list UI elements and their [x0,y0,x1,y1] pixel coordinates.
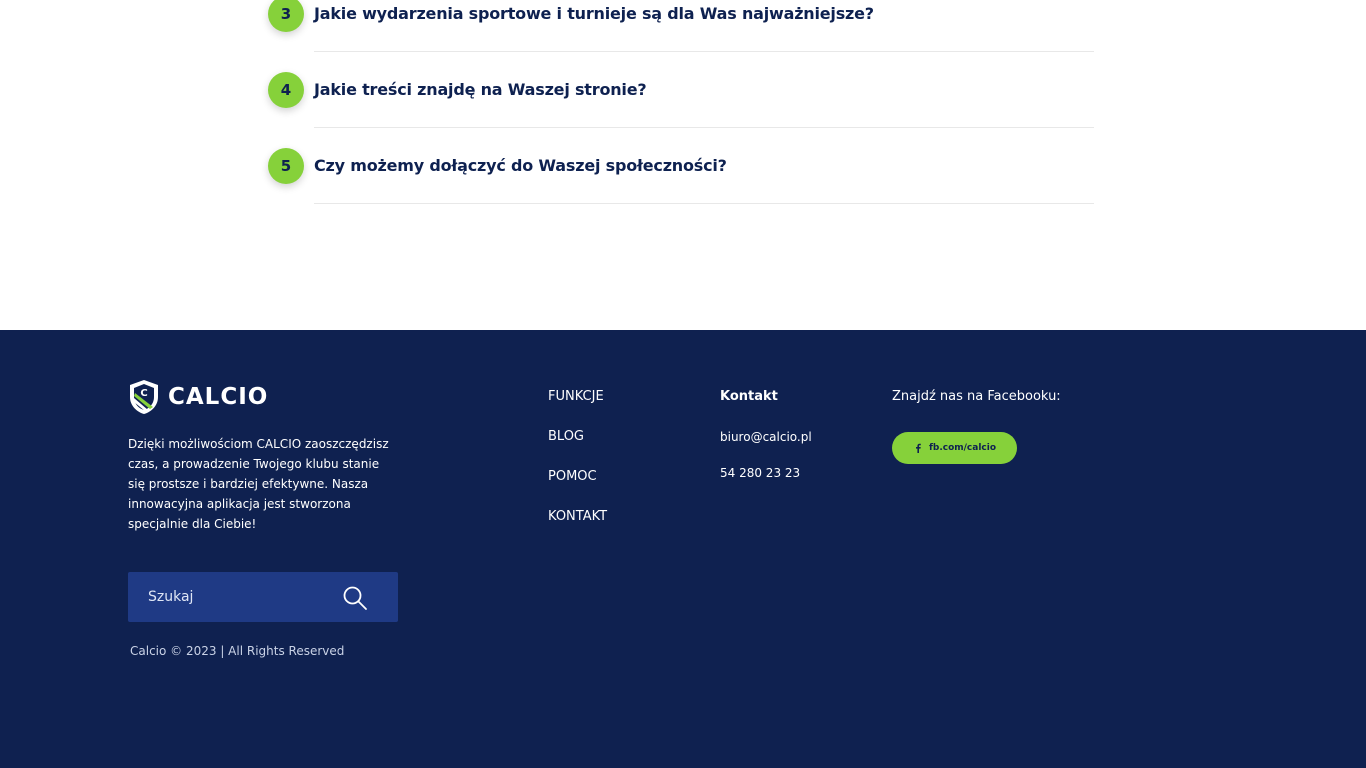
footer-facebook: Znajdź nas na Facebooku: fb.com/calcio [892,387,1061,464]
logo-text: CALCIO [168,384,269,410]
faq-item[interactable]: 3 Jakie wydarzenia sportowe i turnieje s… [268,0,1094,76]
facebook-link-label: fb.com/calcio [928,443,997,453]
calcio-logo[interactable]: C CALCIO [128,378,268,416]
faq-divider [314,127,1094,128]
shield-logo-icon: C [130,380,158,414]
faq-question[interactable]: Jakie treści znajdę na Waszej stronie? [314,80,647,99]
faq-number-badge: 5 [268,148,304,184]
nav-link-pomoc[interactable]: POMOC [548,467,607,507]
faq-question[interactable]: Jakie wydarzenia sportowe i turnieje są … [314,4,874,23]
nav-link-blog[interactable]: BLOG [548,427,607,467]
footer-about-text: Dzięki możliwościom CALCIO zaoszczędzisz… [128,437,389,531]
nav-link-kontakt[interactable]: KONTAKT [548,507,607,547]
contact-phone[interactable]: 54 280 23 23 [720,463,812,499]
footer-nav: FUNKCJE BLOG POMOC KONTAKT [548,387,607,547]
faq-number-badge: 3 [268,0,304,32]
nav-link-funkcje[interactable]: FUNKCJE [548,387,607,427]
search-icon[interactable] [342,585,368,611]
faq-section: 3 Jakie wydarzenia sportowe i turnieje s… [0,0,1366,330]
faq-item[interactable]: 5 Czy możemy dołączyć do Waszej społeczn… [268,148,1094,224]
facebook-link-button[interactable]: fb.com/calcio [892,432,1017,464]
search-input[interactable] [128,572,348,622]
faq-item[interactable]: 4 Jakie treści znajdę na Waszej stronie? [268,72,1094,148]
search-box [128,572,398,622]
facebook-heading: Znajdź nas na Facebooku: [892,389,1061,404]
faq-divider [314,51,1094,52]
faq-number-badge: 4 [268,72,304,108]
faq-question[interactable]: Czy możemy dołączyć do Waszej społecznoś… [314,156,727,175]
copyright-text: Calcio © 2023 | All Rights Reserved [130,644,345,658]
faq-divider [314,203,1094,204]
svg-text:C: C [140,388,147,399]
contact-email[interactable]: biuro@calcio.pl [720,427,812,463]
contact-heading: Kontakt [720,389,778,404]
footer-contact: Kontakt biuro@calcio.pl 54 280 23 23 [720,387,812,499]
site-footer: C CALCIO Dzięki możliwościom CALCIO zaos… [0,330,1366,768]
facebook-icon [915,443,921,453]
